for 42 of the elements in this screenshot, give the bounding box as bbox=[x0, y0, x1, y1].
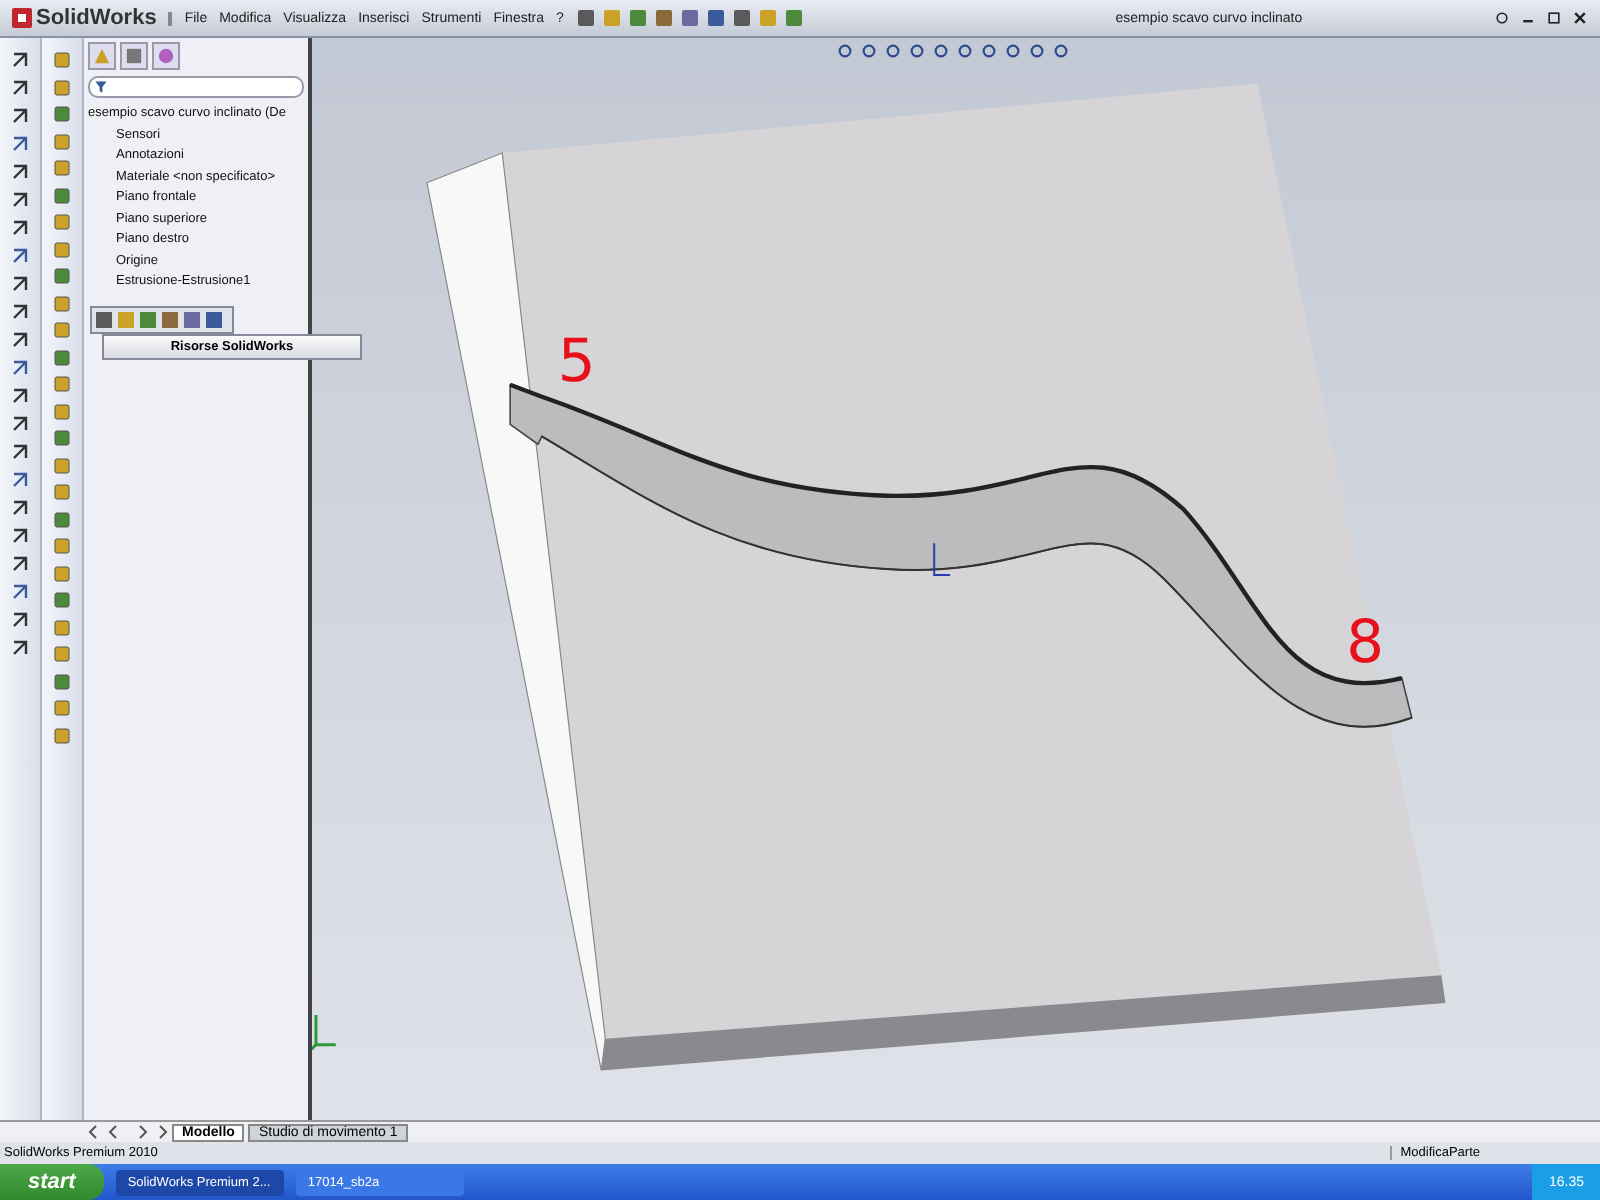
tool-icon[interactable] bbox=[10, 302, 30, 322]
toolbar-icon[interactable] bbox=[575, 8, 596, 28]
toolbar-icon[interactable] bbox=[653, 8, 674, 28]
tool-icon[interactable] bbox=[10, 526, 30, 546]
start-button[interactable]: start bbox=[0, 1164, 104, 1200]
tool-icon[interactable] bbox=[10, 106, 30, 126]
tab-scroll-icon[interactable] bbox=[88, 1124, 168, 1140]
close-icon[interactable] bbox=[1572, 10, 1588, 26]
tool-icon[interactable] bbox=[10, 470, 30, 490]
tool-icon[interactable] bbox=[10, 190, 30, 210]
toolbar-icon[interactable] bbox=[679, 8, 700, 28]
tool-icon[interactable] bbox=[10, 582, 30, 602]
origin-icon bbox=[933, 542, 952, 577]
tool-icon[interactable] bbox=[10, 442, 30, 462]
handwritten-number: 8 bbox=[1346, 608, 1385, 679]
handwritten-number: 5 bbox=[557, 326, 596, 397]
tool-icon[interactable] bbox=[10, 246, 30, 266]
toolbar-icon[interactable] bbox=[627, 8, 648, 28]
restore-icon[interactable] bbox=[1546, 10, 1562, 26]
tool-icon[interactable] bbox=[10, 134, 30, 154]
toolbar-icon[interactable] bbox=[783, 8, 804, 28]
toolbar-icon[interactable] bbox=[731, 8, 752, 28]
tool-icon[interactable] bbox=[10, 78, 30, 98]
tool-icon[interactable] bbox=[10, 610, 30, 630]
tool-icon[interactable] bbox=[10, 358, 30, 378]
filter-field[interactable] bbox=[88, 76, 304, 98]
logo-icon bbox=[12, 8, 32, 28]
tool-icon[interactable] bbox=[10, 498, 30, 518]
tool-icon[interactable] bbox=[10, 162, 30, 182]
tool-icon[interactable] bbox=[10, 330, 30, 350]
toolbar-icon[interactable] bbox=[705, 8, 726, 28]
tool-icon[interactable] bbox=[10, 218, 30, 238]
tool-icon[interactable] bbox=[10, 554, 30, 574]
app-logo: SolidWorks bbox=[0, 6, 169, 30]
tool-icon[interactable] bbox=[10, 638, 30, 658]
tool-icon[interactable] bbox=[10, 414, 30, 434]
filter-icon bbox=[94, 80, 108, 94]
property-tab-icon[interactable] bbox=[120, 42, 148, 70]
tool-icon[interactable] bbox=[10, 386, 30, 406]
config-tab-icon[interactable] bbox=[152, 42, 180, 70]
tool-icon[interactable] bbox=[10, 50, 30, 70]
tool-icon[interactable] bbox=[10, 274, 30, 294]
